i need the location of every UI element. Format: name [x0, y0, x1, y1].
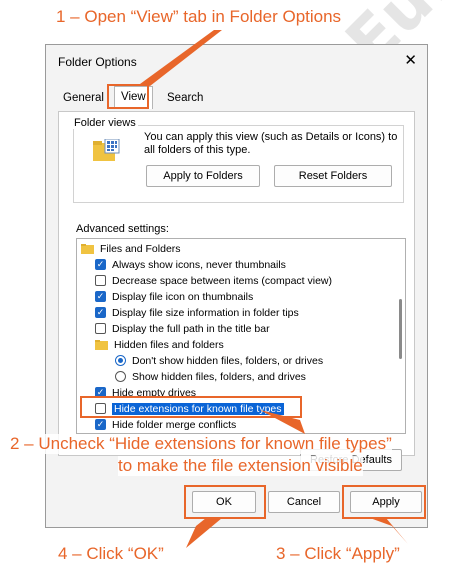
checkbox-file-icon-thumbnails[interactable]: ✓ Display file icon on thumbnails — [95, 289, 253, 304]
tree-folder-files-and-folders: Files and Folders — [81, 241, 181, 256]
checked-icon[interactable]: ✓ — [95, 307, 106, 318]
view-tab-highlight — [107, 84, 149, 109]
folder-icon — [95, 339, 108, 350]
hide-extensions-highlight — [80, 396, 302, 418]
tree-item-label: Display file icon on thumbnails — [112, 290, 254, 303]
advanced-settings-label: Advanced settings: — [76, 223, 169, 235]
step4-annotation: 4 – Click “OK” — [58, 544, 164, 563]
dialog-title: Folder Options — [58, 55, 137, 69]
checkbox-file-size-info[interactable]: ✓ Display file size information in folde… — [95, 305, 299, 320]
folder-icon — [81, 243, 94, 254]
unchecked-icon[interactable] — [95, 323, 106, 334]
reset-folders-button[interactable]: Reset Folders — [274, 165, 392, 187]
checked-icon[interactable]: ✓ — [95, 291, 106, 302]
tree-item-label: Display file size information in folder … — [112, 306, 299, 319]
folder-views-icon — [93, 139, 120, 161]
folder-views-label: Folder views — [72, 117, 138, 129]
tab-search[interactable]: Search — [162, 89, 208, 107]
apply-to-folders-button[interactable]: Apply to Folders — [146, 165, 260, 187]
apply-button-highlight — [342, 485, 426, 519]
tree-folder-hidden-files: Hidden files and folders — [95, 337, 224, 352]
tree-item-label: Hidden files and folders — [114, 338, 224, 351]
tree-item-label: Display the full path in the title bar — [112, 322, 270, 335]
radio-show-hidden[interactable]: Show hidden files, folders, and drives — [115, 369, 306, 384]
close-icon[interactable]: ✕ — [404, 51, 417, 69]
radio-selected-icon[interactable] — [115, 355, 126, 366]
folder-views-description: You can apply this view (such as Details… — [144, 131, 398, 156]
checked-icon[interactable]: ✓ — [95, 419, 106, 430]
tree-item-label: Files and Folders — [100, 242, 181, 255]
unchecked-icon[interactable] — [95, 275, 106, 286]
radio-unselected-icon[interactable] — [115, 371, 126, 382]
tree-item-label: Show hidden files, folders, and drives — [132, 370, 306, 383]
tree-item-label: Hide folder merge conflicts — [112, 418, 237, 431]
step3-annotation: 3 – Click “Apply” — [276, 544, 400, 563]
checkbox-full-path[interactable]: Display the full path in the title bar — [95, 321, 270, 336]
step1-annotation: 1 – Open “View” tab in Folder Options — [56, 7, 342, 26]
ok-button-highlight — [184, 485, 266, 519]
cancel-button[interactable]: Cancel — [268, 491, 340, 513]
tree-scrollbar[interactable] — [399, 299, 402, 359]
tree-item-label: Don't show hidden files, folders, or dri… — [132, 354, 324, 367]
step2-annotation-line2: to make the file extension visible — [118, 456, 363, 476]
tree-item-label: Always show icons, never thumbnails — [112, 258, 286, 271]
checkbox-always-show-icons[interactable]: ✓ Always show icons, never thumbnails — [95, 257, 286, 272]
tab-general[interactable]: General — [58, 89, 109, 107]
checked-icon[interactable]: ✓ — [95, 259, 106, 270]
checkbox-hide-merge-conflicts[interactable]: ✓ Hide folder merge conflicts — [95, 417, 236, 432]
checkbox-decrease-space[interactable]: Decrease space between items (compact vi… — [95, 273, 332, 288]
step2-annotation: 2 – Uncheck “Hide extensions for known f… — [10, 434, 392, 454]
radio-dont-show-hidden[interactable]: Don't show hidden files, folders, or dri… — [115, 353, 323, 368]
tree-item-label: Decrease space between items (compact vi… — [112, 274, 333, 287]
